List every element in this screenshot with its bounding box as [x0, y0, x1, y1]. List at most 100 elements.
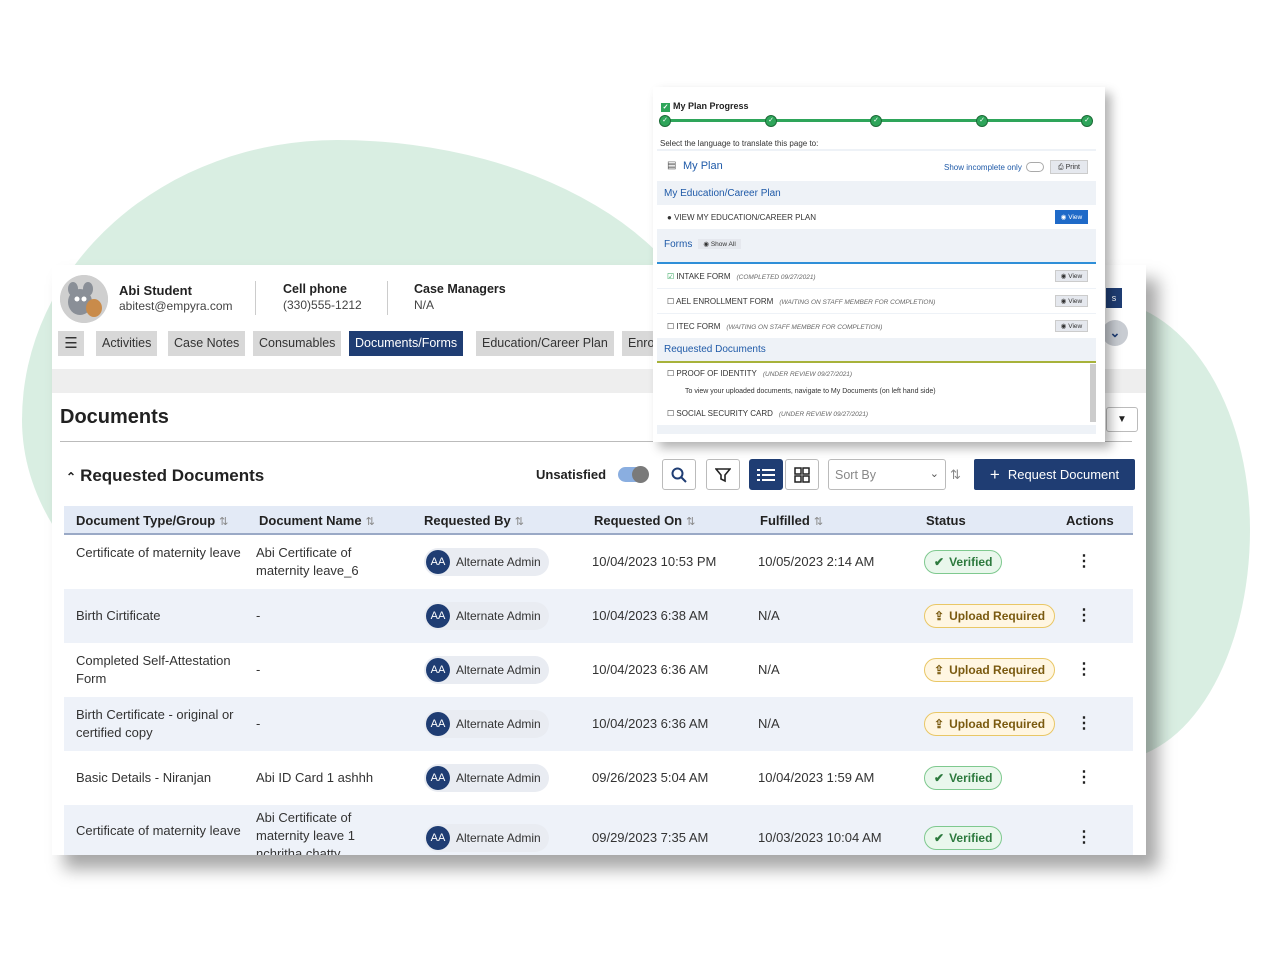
- table-row[interactable]: Certificate of maternity leave Abi Certif…: [64, 805, 1133, 855]
- status-label: Verified: [949, 831, 993, 845]
- form-note: (WAITING ON STAFF MEMBER FOR COMPLETION): [726, 324, 883, 331]
- form-label: ☐ AEL ENROLLMENT FORM (WAITING ON STAFF M…: [667, 297, 935, 306]
- chevron-down-icon[interactable]: ⌄: [1102, 320, 1128, 346]
- more-actions-icon[interactable]: ⋮: [1076, 827, 1092, 847]
- sort-icon[interactable]: ⇅: [219, 516, 228, 528]
- sort-by-select[interactable]: Sort By ⌄: [828, 459, 946, 490]
- req-doc-item: ☐ SOCIAL SECURITY CARD (UNDER REVIEW 09/2…: [657, 403, 1096, 425]
- more-actions-icon[interactable]: ⋮: [1076, 767, 1092, 787]
- requested-by-chip[interactable]: AA Alternate Admin: [424, 710, 549, 738]
- upload-icon: ⇪: [934, 717, 945, 731]
- sort-icon[interactable]: ⇅: [366, 516, 375, 528]
- tab-activities[interactable]: Activities: [96, 331, 158, 356]
- student-name: Abi Student: [119, 283, 192, 298]
- more-actions-icon[interactable]: ⋮: [1076, 659, 1092, 679]
- req-doc-name: SOCIAL SECURITY CARD: [676, 409, 773, 418]
- cell-document-type: Certificate of maternity leave: [76, 823, 241, 838]
- requested-by-chip[interactable]: AA Alternate Admin: [424, 548, 549, 576]
- header-requested-on[interactable]: Requested On ⇅: [594, 513, 695, 528]
- table-row[interactable]: Birth Certificate - original or certifie…: [64, 697, 1133, 751]
- language-prompt: Select the language to translate this pa…: [660, 139, 819, 148]
- plan-progress-title: ✓ My Plan Progress: [661, 101, 749, 112]
- header-fulfilled[interactable]: Fulfilled ⇅: [760, 513, 823, 528]
- tab-documents-forms[interactable]: Documents/Forms: [349, 331, 464, 356]
- header-label: Document Type/Group: [76, 513, 216, 528]
- show-incomplete-toggle[interactable]: [1026, 162, 1044, 172]
- table-row[interactable]: Certificate of maternity leave Abi Certif…: [64, 535, 1133, 589]
- req-hint: To view your uploaded documents, navigat…: [685, 388, 936, 395]
- cell-fulfilled: 10/03/2023 10:04 AM: [758, 830, 882, 845]
- header-document-name[interactable]: Document Name ⇅: [259, 513, 375, 528]
- table-row[interactable]: Completed Self-Attestation Form - AA Altern…: [64, 643, 1133, 697]
- sort-direction-icon[interactable]: ⇅: [950, 467, 961, 483]
- avatar: AA: [426, 826, 450, 850]
- status-badge: ⇪ Upload Required: [924, 658, 1056, 682]
- print-button[interactable]: ⎙ Print: [1050, 160, 1088, 174]
- form-item: ☐ ITEC FORM (WAITING ON STAFF MEMBER FOR …: [657, 314, 1096, 338]
- header-requested-by[interactable]: Requested By ⇅: [424, 513, 524, 528]
- stage: Abi Student abitest@empyra.com Cell phon…: [0, 0, 1280, 960]
- divider: [387, 281, 388, 315]
- more-actions-icon[interactable]: ⋮: [1076, 551, 1092, 571]
- sort-icon[interactable]: ⇅: [814, 516, 823, 528]
- view-edu-plan-button[interactable]: ◉ View: [1055, 210, 1088, 224]
- show-all-button[interactable]: ◉ Show All: [698, 239, 741, 250]
- grid-icon: [794, 466, 810, 483]
- view-form-button[interactable]: ◉ View: [1055, 270, 1088, 282]
- section-title[interactable]: ⌃ Requested Documents: [66, 466, 264, 486]
- avatar: AA: [426, 766, 450, 790]
- view-label: View: [1068, 273, 1083, 280]
- request-document-button[interactable]: + Request Document: [974, 459, 1135, 490]
- checkbox-checked-icon[interactable]: ☑: [667, 272, 674, 281]
- forms-title-text: Forms: [664, 239, 693, 250]
- cell-document-name: -: [256, 662, 261, 677]
- header-action-button[interactable]: s: [1106, 288, 1122, 308]
- sort-icon[interactable]: ⇅: [515, 516, 524, 528]
- filter-button[interactable]: [706, 459, 740, 490]
- info-icon: ●: [667, 213, 672, 222]
- my-plan-title: My Plan: [683, 160, 723, 172]
- checkbox-icon[interactable]: ☐: [667, 322, 674, 331]
- sort-icon[interactable]: ⇅: [686, 516, 695, 528]
- progress-step-check-icon: ✓: [1081, 115, 1093, 127]
- section-title-text: Requested Documents: [80, 466, 265, 485]
- view-form-button[interactable]: ◉ View: [1055, 320, 1088, 332]
- menu-icon[interactable]: ☰: [58, 331, 84, 356]
- view-form-button[interactable]: ◉ View: [1055, 295, 1088, 307]
- more-actions-icon[interactable]: ⋮: [1076, 605, 1092, 625]
- tab-bar: ☰ Activities Case Notes Consumables Docu…: [52, 331, 752, 357]
- status-badge: ✔ Verified: [924, 550, 1003, 574]
- student-email: abitest@empyra.com: [119, 299, 233, 313]
- upload-icon: ⇪: [934, 663, 945, 677]
- requested-by-chip[interactable]: AA Alternate Admin: [424, 764, 549, 792]
- unsatisfied-label: Unsatisfied: [536, 467, 607, 482]
- grid-view-button[interactable]: [785, 459, 819, 490]
- tab-case-notes[interactable]: Case Notes: [168, 331, 246, 356]
- tab-consumables[interactable]: Consumables: [253, 331, 342, 356]
- list-icon: [757, 468, 775, 481]
- header-document-type[interactable]: Document Type/Group ⇅: [76, 513, 228, 528]
- status-label: Upload Required: [949, 609, 1046, 623]
- more-actions-icon[interactable]: ⋮: [1076, 713, 1092, 733]
- checkbox-icon[interactable]: ☐: [667, 297, 674, 306]
- edu-plan-label: ● VIEW MY EDUCATION/CAREER PLAN: [667, 213, 816, 222]
- filter-icon: [715, 467, 731, 482]
- search-button[interactable]: [662, 459, 696, 490]
- status-label: Verified: [949, 771, 993, 785]
- divider: [255, 281, 256, 315]
- managers-value: N/A: [414, 298, 435, 312]
- cell-document-type: Birth Certificate - original or certifie…: [76, 707, 234, 740]
- scrollbar[interactable]: [1090, 364, 1096, 422]
- requested-by-chip[interactable]: AA Alternate Admin: [424, 824, 549, 852]
- unsatisfied-toggle[interactable]: [618, 466, 649, 483]
- req-hint-row: To view your uploaded documents, navigat…: [657, 385, 1096, 403]
- requested-by-chip[interactable]: AA Alternate Admin: [424, 656, 549, 684]
- requested-by-chip[interactable]: AA Alternate Admin: [424, 602, 549, 630]
- chevron-up-icon[interactable]: ⌃: [66, 470, 76, 484]
- tab-education-career-plan[interactable]: Education/Career Plan: [476, 331, 614, 356]
- table-row[interactable]: Birth Cirtificate - AA Alternate Admin 10/04…: [64, 589, 1133, 643]
- eye-icon: ◉: [1060, 323, 1067, 330]
- table-row[interactable]: Basic Details - Niranjan Abi ID Card 1 as…: [64, 751, 1133, 805]
- list-view-button[interactable]: [749, 459, 783, 490]
- dropdown-caret-icon[interactable]: ▼: [1106, 407, 1138, 432]
